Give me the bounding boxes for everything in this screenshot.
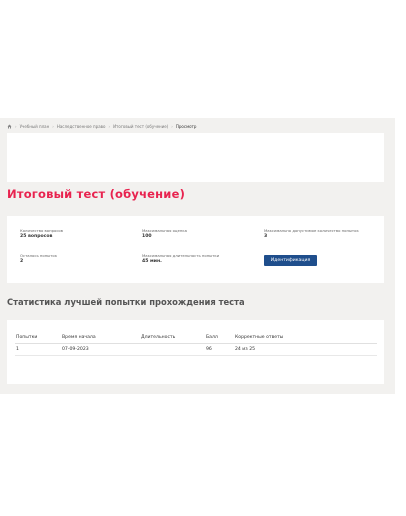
breadcrumb-separator: › — [108, 124, 111, 129]
header-panel — [7, 133, 384, 182]
max-score-field: Максимальная оценка 100 — [142, 228, 257, 240]
breadcrumb-separator: › — [15, 124, 17, 129]
max-duration-field: Максимальная длительность попытки 45 мин… — [142, 253, 257, 265]
max-score-value: 100 — [142, 233, 152, 239]
attempts-left-field: Осталось попыток 2 — [20, 253, 135, 265]
breadcrumb-separator: › — [171, 124, 173, 129]
test-info-card: Количество вопросов 25 вопросов Максимал… — [7, 216, 384, 283]
cell-start-time: 07-09-2023 — [62, 347, 89, 352]
cell-attempt: 1 — [16, 347, 19, 352]
header-score: Балл — [206, 335, 218, 340]
home-icon[interactable] — [7, 124, 12, 129]
breadcrumb-current: Просмотр — [175, 124, 197, 129]
breadcrumb: › Учебный план › Наследственное право › … — [7, 122, 196, 131]
max-attempts-field: Максимально допустимое количество попыто… — [264, 228, 369, 240]
max-attempts-value: 3 — [264, 233, 268, 239]
questions-field: Количество вопросов 25 вопросов — [20, 228, 135, 240]
cell-correct-answers: 24 из 25 — [235, 347, 256, 352]
header-duration: Длительность — [141, 335, 176, 340]
page-title: Итоговый тест (обучение) — [7, 187, 186, 201]
table-header-row: Попытки Время начала Длительность Балл К… — [15, 332, 377, 344]
attempts-table: Попытки Время начала Длительность Балл К… — [15, 332, 377, 356]
header-correct-answers: Корректные ответы — [235, 335, 284, 340]
header-start-time: Время начала — [62, 335, 96, 340]
page-area: › Учебный план › Наследственное право › … — [0, 118, 395, 394]
attempts-table-card: Попытки Время начала Длительность Балл К… — [7, 320, 384, 384]
header-attempts: Попытки — [16, 335, 38, 340]
cell-score: 96 — [206, 347, 212, 352]
breadcrumb-item-plan[interactable]: Учебный план — [20, 124, 50, 129]
max-attempts-label: Максимально допустимое количество попыто… — [264, 228, 359, 233]
breadcrumb-item-test[interactable]: Итоговый тест (обучение) — [113, 124, 168, 129]
questions-value: 25 вопросов — [20, 233, 53, 239]
stats-title: Статистика лучшей попытки прохождения те… — [7, 297, 245, 307]
max-duration-value: 45 мин. — [142, 258, 162, 264]
table-row: 1 07-09-2023 96 24 из 25 — [15, 344, 377, 356]
screen: › Учебный план › Наследственное право › … — [0, 0, 406, 516]
attempts-left-value: 2 — [20, 258, 24, 264]
identification-button[interactable]: Идентификация — [264, 255, 317, 266]
breadcrumb-item-course[interactable]: Наследственное право — [57, 124, 106, 129]
breadcrumb-separator: › — [52, 124, 54, 129]
